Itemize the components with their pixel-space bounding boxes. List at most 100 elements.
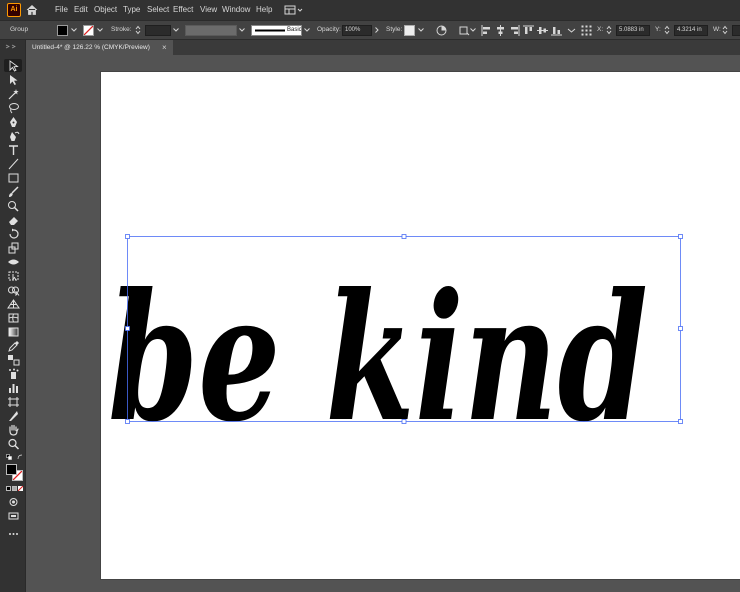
brush-definition-field[interactable]: Basic <box>251 25 302 36</box>
line-tool-icon[interactable] <box>7 158 20 170</box>
swap-colors-icon[interactable] <box>17 454 23 460</box>
x-position-field[interactable]: 5.0883 in <box>616 25 650 36</box>
chevron-down-icon[interactable] <box>239 27 245 33</box>
rectangle-tool-icon[interactable] <box>7 172 20 184</box>
symbol-sprayer-tool-icon[interactable] <box>7 368 20 380</box>
curvature-tool-icon[interactable] <box>7 130 20 142</box>
menu-help[interactable]: Help <box>256 5 272 14</box>
handle-top-center[interactable] <box>401 234 407 239</box>
lasso-tool-icon[interactable] <box>7 102 20 114</box>
blend-tool-icon[interactable] <box>7 354 20 366</box>
transform-reference-point-icon[interactable] <box>581 25 592 36</box>
zoom-tool-icon[interactable] <box>7 438 20 450</box>
menu-file[interactable]: File <box>55 5 68 14</box>
handle-top-right[interactable] <box>678 234 683 239</box>
menu-effect[interactable]: Effect <box>173 5 193 14</box>
vertical-align-top-icon[interactable] <box>523 25 534 36</box>
handle-middle-right[interactable] <box>678 326 683 331</box>
opacity-field[interactable]: 100% <box>342 25 372 36</box>
chevron-down-icon[interactable] <box>173 27 179 33</box>
none-mode-button[interactable] <box>18 486 23 491</box>
y-label: Y: <box>655 26 661 33</box>
menu-select[interactable]: Select <box>147 5 169 14</box>
eyedropper-tool-icon[interactable] <box>7 340 20 352</box>
scale-tool-icon[interactable] <box>7 242 20 254</box>
more-align-options-icon[interactable] <box>566 25 577 36</box>
width-field[interactable] <box>732 25 740 36</box>
menu-window[interactable]: Window <box>222 5 250 14</box>
chevron-down-icon[interactable] <box>71 27 77 33</box>
fill-color-box[interactable] <box>6 464 17 475</box>
document-tab-bar: Untitled-4* @ 126.22 % (CMYK/Preview) × <box>26 40 740 55</box>
stroke-swatch[interactable] <box>83 25 94 36</box>
handle-middle-left[interactable] <box>125 326 130 331</box>
eraser-tool-icon[interactable] <box>7 214 20 226</box>
hand-tool-icon[interactable] <box>7 424 20 436</box>
chevron-down-icon[interactable] <box>418 27 424 33</box>
perspective-grid-tool-icon[interactable] <box>7 298 20 310</box>
chevron-down-icon[interactable] <box>97 27 103 33</box>
panel-collapse-icon[interactable] <box>4 44 22 49</box>
graphic-style-swatch[interactable] <box>404 25 415 36</box>
shaper-tool-icon[interactable] <box>7 200 20 212</box>
magic-wand-tool-icon[interactable] <box>7 88 20 100</box>
menu-type[interactable]: Type <box>123 5 140 14</box>
horizontal-align-right-icon[interactable] <box>509 25 520 36</box>
menu-edit[interactable]: Edit <box>74 5 88 14</box>
paintbrush-tool-icon[interactable] <box>7 186 20 198</box>
pen-tool-icon[interactable] <box>7 116 20 128</box>
gradient-mode-button[interactable] <box>12 486 17 491</box>
y-position-field[interactable]: 4.3214 in <box>674 25 708 36</box>
selection-type-label: Group <box>10 26 29 33</box>
screen-mode-icon[interactable] <box>7 510 20 522</box>
direct-selection-tool-icon[interactable] <box>7 74 20 86</box>
drawing-mode-icon[interactable] <box>7 496 20 508</box>
x-label: X: <box>597 26 604 33</box>
default-colors-icon[interactable] <box>6 454 12 460</box>
vertical-align-center-icon[interactable] <box>537 25 548 36</box>
artboard-tool-icon[interactable] <box>7 396 20 408</box>
selection-tool-icon[interactable] <box>7 60 20 72</box>
column-graph-tool-icon[interactable] <box>7 382 20 394</box>
artboard[interactable]: be kind <box>101 72 740 579</box>
w-label: W: <box>713 26 721 33</box>
gradient-tool-icon[interactable] <box>7 326 20 338</box>
recolor-artwork-icon[interactable] <box>436 25 447 36</box>
rotate-tool-icon[interactable] <box>7 228 20 240</box>
close-icon[interactable]: × <box>162 40 167 55</box>
horizontal-align-center-icon[interactable] <box>495 25 506 36</box>
stepper-icon[interactable] <box>606 25 612 35</box>
home-icon[interactable] <box>26 4 38 16</box>
handle-top-left[interactable] <box>125 234 130 239</box>
chevron-down-icon[interactable] <box>304 27 310 33</box>
handle-bottom-left[interactable] <box>125 419 130 424</box>
stepper-icon[interactable] <box>722 25 728 35</box>
stroke-weight-field[interactable] <box>145 25 171 36</box>
menu-view[interactable]: View <box>200 5 217 14</box>
stepper-icon[interactable] <box>664 25 670 35</box>
type-tool-icon[interactable] <box>7 144 20 156</box>
opacity-label: Opacity: <box>317 26 341 33</box>
be-kind-lettering[interactable]: be kind <box>108 256 648 461</box>
stepper-icon[interactable] <box>135 25 141 35</box>
vertical-align-bottom-icon[interactable] <box>551 25 562 36</box>
handle-bottom-center[interactable] <box>401 419 407 424</box>
menu-object[interactable]: Object <box>94 5 117 14</box>
fill-swatch[interactable] <box>57 25 68 36</box>
more-tools-icon[interactable] <box>7 528 20 540</box>
color-mode-button[interactable] <box>6 486 11 491</box>
shape-builder-tool-icon[interactable] <box>7 284 20 296</box>
slice-tool-icon[interactable] <box>7 410 20 422</box>
document-tab[interactable]: Untitled-4* @ 126.22 % (CMYK/Preview) × <box>26 40 173 55</box>
chevron-right-icon[interactable] <box>374 27 380 33</box>
handle-bottom-right[interactable] <box>678 419 683 424</box>
free-transform-tool-icon[interactable] <box>7 270 20 282</box>
chevron-down-icon[interactable] <box>470 27 476 33</box>
width-tool-icon[interactable] <box>7 256 20 268</box>
variable-width-profile[interactable] <box>185 25 237 36</box>
align-to-selection-icon[interactable] <box>459 25 470 36</box>
menu-bar: Ai File Edit Object Type Select Effect V… <box>0 0 740 20</box>
workspace-switcher-icon[interactable] <box>284 4 304 16</box>
mesh-tool-icon[interactable] <box>7 312 20 324</box>
horizontal-align-left-icon[interactable] <box>481 25 492 36</box>
